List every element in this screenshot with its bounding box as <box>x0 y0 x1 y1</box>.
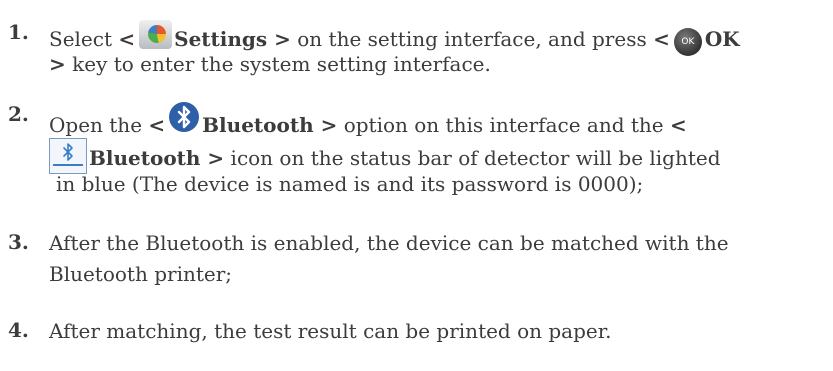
bluetooth-label: Bluetooth > <box>89 146 225 170</box>
text: option on this interface and the <box>337 113 670 137</box>
settings-label: Settings > <box>174 27 291 51</box>
step-number: 2. <box>8 102 29 126</box>
settings-icon-pie <box>148 25 167 43</box>
step-1-line-2: > key to enter the system setting interf… <box>49 51 491 77</box>
step-4-line-1: After matching, the test result can be p… <box>49 319 612 343</box>
bracket: > <box>49 52 66 76</box>
bracket: < <box>653 27 670 51</box>
step-number: 3. <box>8 230 29 254</box>
ok-key-icon: OK <box>673 28 702 56</box>
ok-label: OK <box>704 27 740 51</box>
text: on the setting interface, and press <box>290 27 654 51</box>
text: icon on the status bar of detector will … <box>224 146 721 170</box>
step-2-line-2: Bluetooth > icon on the status bar of de… <box>49 138 721 174</box>
step-number: 1. <box>8 20 29 44</box>
step-number: 4. <box>8 318 29 342</box>
bluetooth-icon <box>169 102 200 132</box>
bluetooth-status-icon <box>49 138 87 174</box>
text: Open the <box>49 113 149 137</box>
text: key to enter the system setting interfac… <box>65 52 491 76</box>
bluetooth-label: Bluetooth > <box>202 113 338 137</box>
text: Select <box>49 27 119 51</box>
bracket: < <box>669 113 687 137</box>
bluetooth-glyph <box>177 105 191 129</box>
bluetooth-status-glyph <box>63 143 73 161</box>
step-2-line-1: Open the < Bluetooth > option on this int… <box>49 102 687 138</box>
bracket: < <box>148 113 166 137</box>
step-3-line-2: Bluetooth printer; <box>49 262 233 286</box>
status-underline <box>53 164 83 166</box>
step-3-line-1: After the Bluetooth is enabled, the devi… <box>49 231 729 255</box>
bracket: < <box>118 27 136 51</box>
step-2-line-3: in blue (The device is named is and its … <box>56 172 644 196</box>
settings-icon <box>139 20 173 49</box>
